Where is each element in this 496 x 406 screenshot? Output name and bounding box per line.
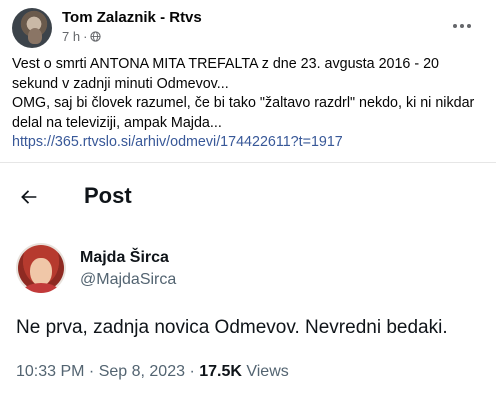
page-title: Post xyxy=(84,183,132,208)
tweet-screenshot: Post Majda Širca @MajdaSirca Ne prva, za… xyxy=(0,162,496,406)
tweet-views-count: 17.5K xyxy=(199,363,242,380)
tweet-meta: 10:33 PM · Sep 8, 2023 · 17.5K Views xyxy=(16,363,289,381)
tweet-author-avatar[interactable] xyxy=(16,243,66,293)
tweet-timestamp[interactable]: 10:33 PM · Sep 8, 2023 · xyxy=(16,363,199,380)
more-options-icon[interactable] xyxy=(450,16,474,36)
tweet-text: Ne prva, zadnja novica Odmevov. Nevredni… xyxy=(16,317,448,338)
tweet-topbar: Post xyxy=(0,163,496,233)
fb-post-text-line1: Vest o smrti ANTONA MITA TREFALTA z dne … xyxy=(12,56,439,92)
back-arrow-icon[interactable] xyxy=(18,186,40,208)
tweet-author-handle[interactable]: @MajdaSirca xyxy=(80,271,176,289)
tweet-views-label: Views xyxy=(241,363,289,380)
fb-meta-separator: · xyxy=(83,29,88,44)
fb-post-text-line2: OMG, saj bi človek razumel, če bi tako "… xyxy=(12,95,475,131)
fb-post-text: Vest o smrti ANTONA MITA TREFALTA z dne … xyxy=(12,55,484,153)
fb-author-avatar[interactable] xyxy=(12,8,52,48)
fb-post-time[interactable]: 7 h xyxy=(62,29,80,44)
tweet-author-name[interactable]: Majda Širca xyxy=(80,249,169,267)
fb-post-link[interactable]: https://365.rtvslo.si/arhiv/odmevi/17442… xyxy=(12,133,484,153)
fb-author-name[interactable]: Tom Zalaznik - Rtvs xyxy=(62,9,202,26)
fb-post-header: Tom Zalaznik - Rtvs 7 h · xyxy=(12,8,484,48)
fb-post-meta: 7 h · xyxy=(62,29,102,44)
globe-icon xyxy=(90,31,102,42)
